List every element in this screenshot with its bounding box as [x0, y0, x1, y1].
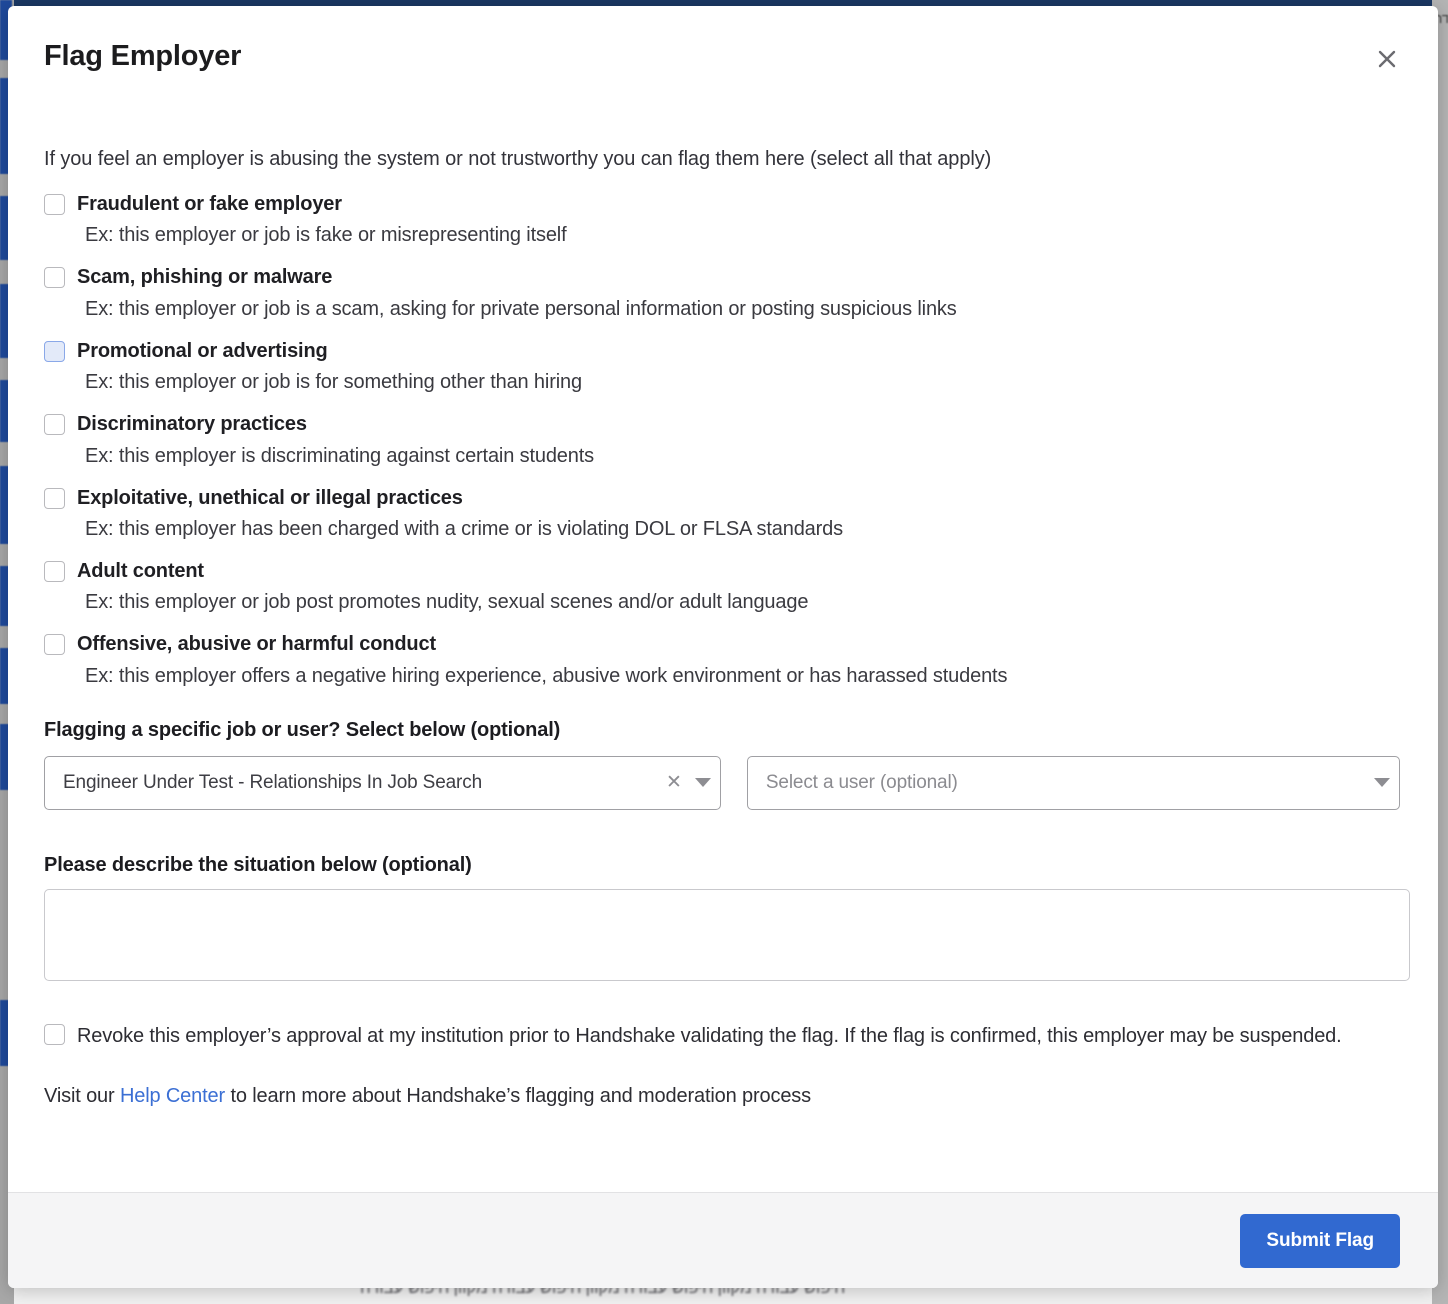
help-center-link[interactable]: Help Center — [120, 1085, 225, 1107]
flag-employer-modal: Flag Employer If you feel an employer is… — [8, 6, 1438, 1288]
close-icon-glyph — [1378, 50, 1396, 68]
clear-icon[interactable]: ✕ — [662, 773, 686, 792]
chevron-down-icon[interactable] — [1365, 778, 1399, 788]
reason-example: Ex: this employer has been charged with … — [85, 517, 843, 540]
reason-row-promotional[interactable]: Promotional or advertising Ex: this empl… — [44, 339, 1400, 395]
checkbox-offensive-abusive-or-harmful-conduct[interactable] — [44, 634, 65, 656]
reason-example: Ex: this employer is discriminating agai… — [85, 444, 595, 467]
reason-row-scam[interactable]: Scam, phishing or malware Ex: this emplo… — [44, 265, 1400, 321]
reason-texts: Discriminatory practices Ex: this employ… — [77, 412, 1400, 468]
reason-texts: Adult content Ex: this employer or job p… — [77, 559, 1400, 615]
reason-label: Adult content — [77, 559, 204, 582]
submit-flag-button[interactable]: Submit Flag — [1240, 1213, 1400, 1268]
reason-label: Promotional or advertising — [77, 339, 328, 362]
reason-checkbox-list: Fraudulent or fake employer Ex: this emp… — [44, 192, 1400, 689]
modal-footer: Submit Flag — [8, 1192, 1438, 1288]
chevron-down-icon[interactable] — [686, 778, 720, 788]
reason-row-exploitative[interactable]: Exploitative, unethical or illegal pract… — [44, 486, 1400, 542]
help-suffix: to learn more about Handshake’s flagging… — [225, 1085, 811, 1108]
reason-example: Ex: this employer or job is fake or misr… — [85, 224, 567, 247]
checkbox-fraudulent-or-fake-employer[interactable] — [44, 194, 65, 215]
modal-body: Flag Employer If you feel an employer is… — [8, 6, 1438, 1192]
reason-texts: Exploitative, unethical or illegal pract… — [77, 486, 1400, 542]
revoke-approval-label: Revoke this employer’s approval at my in… — [77, 1024, 1342, 1047]
reason-texts: Promotional or advertising Ex: this empl… — [77, 339, 1400, 395]
job-select[interactable]: Engineer Under Test - Relationships In J… — [44, 755, 721, 810]
revoke-approval-row[interactable]: Revoke this employer’s approval at my in… — [44, 1022, 1400, 1050]
reason-example: Ex: this employer or job is for somethin… — [85, 371, 582, 394]
intro-text: If you feel an employer is abusing the s… — [44, 148, 992, 170]
help-prefix: Visit our — [44, 1085, 120, 1108]
reason-texts: Scam, phishing or malware Ex: this emplo… — [77, 265, 1400, 321]
select-row: Engineer Under Test - Relationships In J… — [44, 755, 1400, 810]
checkbox-revoke-approval[interactable] — [44, 1023, 65, 1045]
situation-description-textarea[interactable] — [44, 888, 1410, 981]
reason-label: Exploitative, unethical or illegal pract… — [77, 486, 463, 509]
reason-label: Offensive, abusive or harmful conduct — [77, 633, 436, 656]
reason-row-adult-content[interactable]: Adult content Ex: this employer or job p… — [44, 559, 1400, 615]
checkbox-exploitative-unethical-or-illegal-practices[interactable] — [44, 487, 65, 509]
select-section-heading: Flagging a specific job or user? Select … — [44, 718, 561, 741]
checkbox-adult-content[interactable] — [44, 560, 65, 582]
close-icon[interactable] — [1370, 42, 1404, 76]
checkbox-promotional-or-advertising[interactable] — [44, 340, 65, 362]
reason-example: Ex: this employer or job post promotes n… — [85, 591, 809, 614]
job-select-value: Engineer Under Test - Relationships In J… — [63, 771, 482, 793]
reason-label: Fraudulent or fake employer — [77, 193, 342, 215]
reason-example: Ex: this employer offers a negative hiri… — [85, 664, 1008, 687]
reason-row-offensive[interactable]: Offensive, abusive or harmful conduct Ex… — [44, 632, 1400, 688]
help-center-line: Visit our Help Center to learn more abou… — [44, 1085, 1400, 1108]
page-title: Flag Employer — [44, 40, 242, 72]
checkbox-discriminatory-practices[interactable] — [44, 414, 65, 436]
reason-texts: Offensive, abusive or harmful conduct Ex… — [77, 632, 1400, 688]
describe-section-heading: Please describe the situation below (opt… — [44, 853, 472, 876]
user-select-placeholder: Select a user (optional) — [765, 771, 958, 793]
reason-texts: Fraudulent or fake employer Ex: this emp… — [77, 192, 1400, 248]
checkbox-scam-phishing-or-malware[interactable] — [44, 267, 65, 289]
reason-example: Ex: this employer or job is a scam, aski… — [85, 297, 957, 320]
reason-label: Scam, phishing or malware — [77, 266, 333, 289]
reason-row-fraudulent[interactable]: Fraudulent or fake employer Ex: this emp… — [44, 192, 1400, 248]
reason-label: Discriminatory practices — [77, 413, 307, 436]
user-select[interactable]: Select a user (optional) — [746, 755, 1400, 810]
reason-row-discriminatory[interactable]: Discriminatory practices Ex: this employ… — [44, 412, 1400, 468]
